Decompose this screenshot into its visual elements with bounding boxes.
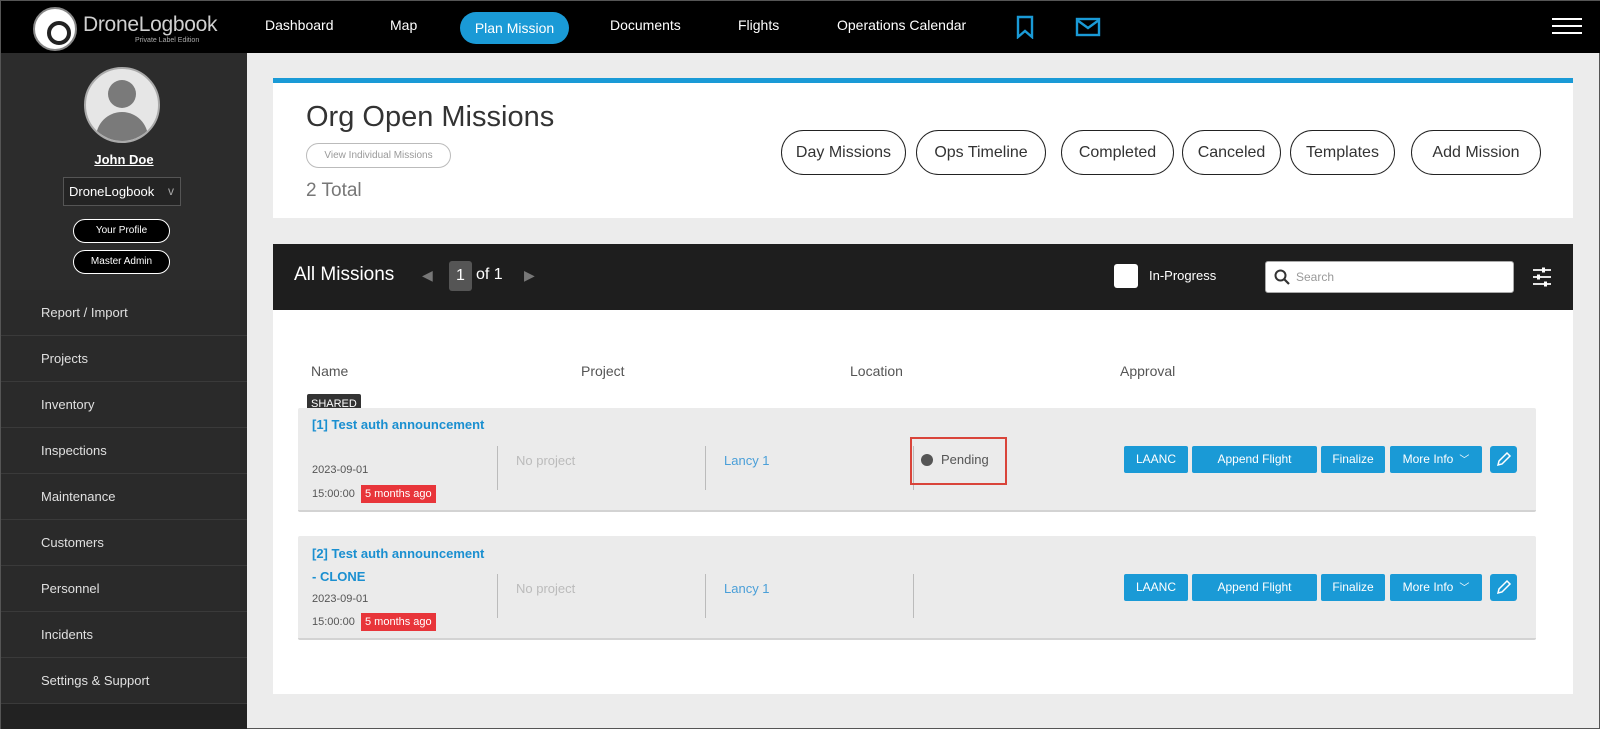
column-header-approval: Approval — [1120, 363, 1176, 379]
chevron-down-icon: ﹀ — [1459, 583, 1470, 594]
pencil-icon — [1496, 579, 1512, 595]
profile-panel: John Doe DroneLogbook v Your Profile Mas… — [1, 53, 247, 290]
day-missions-button[interactable]: Day Missions — [781, 130, 906, 175]
missions-toolbar: All Missions ◀ 1 of 1 ▶ In-Progress — [273, 244, 1573, 310]
more-info-label: More Info — [1402, 580, 1454, 594]
sidebar: John Doe DroneLogbook v Your Profile Mas… — [1, 53, 247, 729]
templates-button[interactable]: Templates — [1290, 130, 1395, 175]
canceled-button[interactable]: Canceled — [1182, 130, 1281, 175]
mission-date: 2023-09-01 — [312, 464, 369, 476]
pencil-icon — [1496, 451, 1512, 467]
column-header-name: Name — [311, 363, 349, 379]
header-card: Org Open Missions View Individual Missio… — [273, 78, 1573, 218]
mission-date: 2023-09-01 — [312, 593, 369, 605]
more-info-dropdown[interactable]: More Info ﹀ — [1390, 446, 1482, 473]
current-page[interactable]: 1 — [449, 261, 472, 291]
drone-logo-icon — [33, 7, 77, 51]
column-divider — [497, 574, 498, 618]
sidebar-item-incidents[interactable]: Incidents — [1, 612, 247, 658]
brand-subtitle: Private Label Edition — [135, 37, 200, 44]
relative-time-badge: 5 months ago — [361, 485, 436, 503]
org-select-value: DroneLogbook — [69, 184, 155, 199]
missions-title: All Missions — [294, 264, 395, 285]
chevron-down-icon: ﹀ — [1459, 455, 1470, 466]
sidebar-item-report-import[interactable]: Report / Import — [1, 290, 247, 336]
append-flight-button[interactable]: Append Flight — [1192, 574, 1317, 601]
more-info-label: More Info — [1402, 452, 1454, 466]
relative-time-badge: 5 months ago — [361, 613, 436, 631]
master-admin-button[interactable]: Master Admin — [73, 250, 170, 274]
add-mission-button[interactable]: Add Mission — [1411, 130, 1541, 175]
nav-plan-mission[interactable]: Plan Mission — [460, 12, 569, 44]
mission-time: 15:00:00 — [312, 616, 355, 628]
approval-status[interactable]: Pending — [910, 437, 1007, 485]
nav-map[interactable]: Map — [390, 17, 417, 33]
mission-name-link[interactable]: [1] Test auth announcement — [312, 413, 487, 436]
page-title: Org Open Missions — [306, 101, 555, 133]
column-divider — [705, 574, 706, 618]
edit-mission-button[interactable] — [1490, 446, 1517, 473]
mail-icon[interactable] — [1075, 15, 1101, 39]
sidebar-item-inspections[interactable]: Inspections — [1, 428, 247, 474]
in-progress-checkbox[interactable] — [1114, 264, 1138, 288]
status-dot-icon — [921, 454, 933, 466]
approval-status-label: Pending — [941, 452, 989, 467]
finalize-button[interactable]: Finalize — [1321, 446, 1385, 473]
missions-card: All Missions ◀ 1 of 1 ▶ In-Progress Name… — [273, 244, 1573, 694]
search-input[interactable] — [1296, 262, 1506, 292]
filter-settings-icon[interactable] — [1531, 266, 1553, 288]
org-select[interactable]: DroneLogbook v — [63, 177, 181, 206]
avatar[interactable] — [84, 67, 160, 143]
mission-project: No project — [516, 453, 576, 468]
your-profile-button[interactable]: Your Profile — [73, 219, 170, 243]
top-navbar: DroneLogbook Private Label Edition Dashb… — [1, 1, 1600, 53]
nav-operations-calendar[interactable]: Operations Calendar — [837, 17, 966, 33]
mission-location-link[interactable]: Lancy 1 — [724, 581, 770, 596]
chevron-down-icon: v — [168, 184, 174, 198]
sidebar-item-inventory[interactable]: Inventory — [1, 382, 247, 428]
sidebar-item-personnel[interactable]: Personnel — [1, 566, 247, 612]
column-header-location: Location — [850, 363, 903, 379]
column-header-project: Project — [581, 363, 625, 379]
mission-location-link[interactable]: Lancy 1 — [724, 453, 770, 468]
append-flight-button[interactable]: Append Flight — [1192, 446, 1317, 473]
table-row: [1] Test auth announcement 2023-09-01 15… — [298, 408, 1536, 512]
search-icon — [1274, 269, 1290, 285]
total-count: 2 Total — [306, 180, 362, 201]
completed-button[interactable]: Completed — [1061, 130, 1174, 175]
ops-timeline-button[interactable]: Ops Timeline — [916, 130, 1046, 175]
prev-page-icon[interactable]: ◀ — [422, 267, 433, 284]
nav-flights[interactable]: Flights — [738, 17, 779, 33]
nav-dashboard[interactable]: Dashboard — [265, 17, 334, 33]
edit-mission-button[interactable] — [1490, 574, 1517, 601]
brand-logo[interactable]: DroneLogbook Private Label Edition — [33, 5, 217, 51]
hamburger-menu-icon[interactable] — [1552, 18, 1582, 36]
in-progress-label: In-Progress — [1149, 268, 1217, 283]
bookmark-icon[interactable] — [1012, 15, 1038, 39]
finalize-button[interactable]: Finalize — [1321, 574, 1385, 601]
column-divider — [497, 446, 498, 490]
laanc-button[interactable]: LAANC — [1124, 446, 1188, 473]
mission-time: 15:00:00 — [312, 488, 355, 500]
sidebar-item-customers[interactable]: Customers — [1, 520, 247, 566]
next-page-icon[interactable]: ▶ — [524, 267, 535, 284]
laanc-button[interactable]: LAANC — [1124, 574, 1188, 601]
sidebar-item-settings-support[interactable]: Settings & Support — [1, 658, 247, 704]
sidebar-item-projects[interactable]: Projects — [1, 336, 247, 382]
nav-documents[interactable]: Documents — [610, 17, 681, 33]
search-field[interactable] — [1265, 261, 1514, 293]
column-divider — [705, 446, 706, 490]
page-total: of 1 — [476, 266, 503, 283]
user-name-link[interactable]: John Doe — [1, 152, 247, 167]
mission-name-link[interactable]: [2] Test auth announcement - CLONE — [312, 542, 487, 588]
more-info-dropdown[interactable]: More Info ﹀ — [1390, 574, 1482, 601]
brand-name: DroneLogbook — [83, 13, 218, 36]
mission-project: No project — [516, 581, 576, 596]
sidebar-item-maintenance[interactable]: Maintenance — [1, 474, 247, 520]
table-row: [2] Test auth announcement - CLONE 2023-… — [298, 536, 1536, 640]
view-individual-missions-button[interactable]: View Individual Missions — [306, 143, 451, 168]
column-divider — [913, 574, 914, 618]
